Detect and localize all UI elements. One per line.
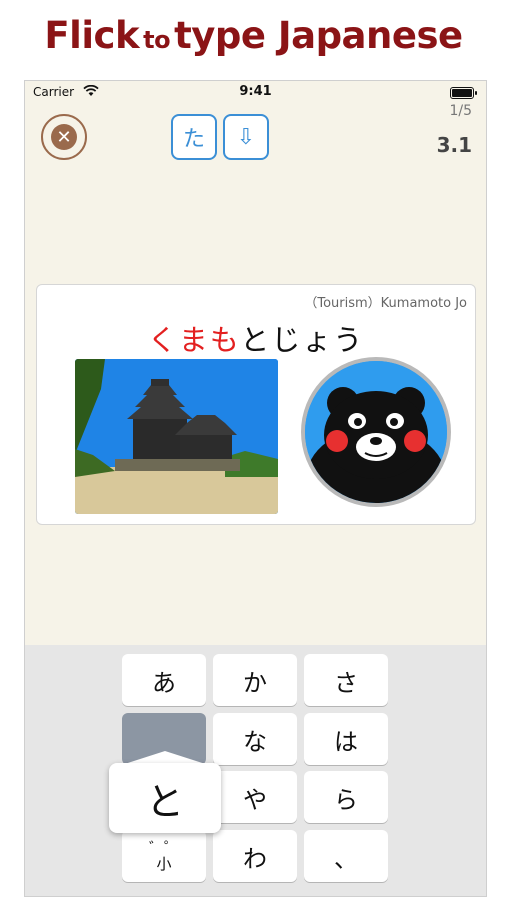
word-category-caption: （Tourism）Kumamoto Jo [304, 296, 467, 311]
key-na[interactable]: な [213, 713, 297, 765]
down-arrow-button[interactable]: ⇩ [223, 114, 269, 160]
banner-title: Flick to type Japanese [0, 14, 507, 57]
banner-part-to: to [143, 26, 171, 54]
key-ka[interactable]: か [213, 654, 297, 706]
score-value: 3.1 [436, 133, 472, 157]
close-button[interactable]: ✕ [41, 114, 87, 160]
progress-counter: 1/5 [449, 103, 472, 119]
typed-kana: くまも [147, 323, 241, 357]
key-comma[interactable]: 、 [304, 830, 388, 882]
remaining-kana: とじょう [240, 323, 365, 357]
word-card: （Tourism）Kumamoto Jo くまもとじょう [36, 284, 476, 525]
banner-part-type-japanese: type Japanese [174, 14, 463, 57]
flick-popup-key: と [109, 763, 221, 833]
kana-mode-button[interactable]: た [171, 114, 217, 160]
kumamon-mascot-image [301, 357, 451, 507]
battery-icon [450, 87, 477, 99]
castle-photo [75, 359, 278, 514]
target-word: くまもとじょう [37, 317, 475, 359]
key-ha[interactable]: は [304, 713, 388, 765]
key-sa[interactable]: さ [304, 654, 388, 706]
key-wa[interactable]: わ [213, 830, 297, 882]
key-ya[interactable]: や [213, 771, 297, 823]
close-icon: ✕ [51, 124, 77, 150]
key-ra[interactable]: ら [304, 771, 388, 823]
key-a[interactable]: あ [122, 654, 206, 706]
clock-time: 9:41 [239, 84, 272, 99]
banner-part-flick: Flick [44, 14, 140, 57]
status-bar: Carrier 9:41 [25, 81, 486, 103]
phone-screen: Carrier 9:41 ✕ た ⇩ 1/5 3.1 （Tourism）Kuma… [24, 80, 487, 897]
key-dakuten-small[interactable]: ゛゜ 小 [122, 830, 206, 882]
